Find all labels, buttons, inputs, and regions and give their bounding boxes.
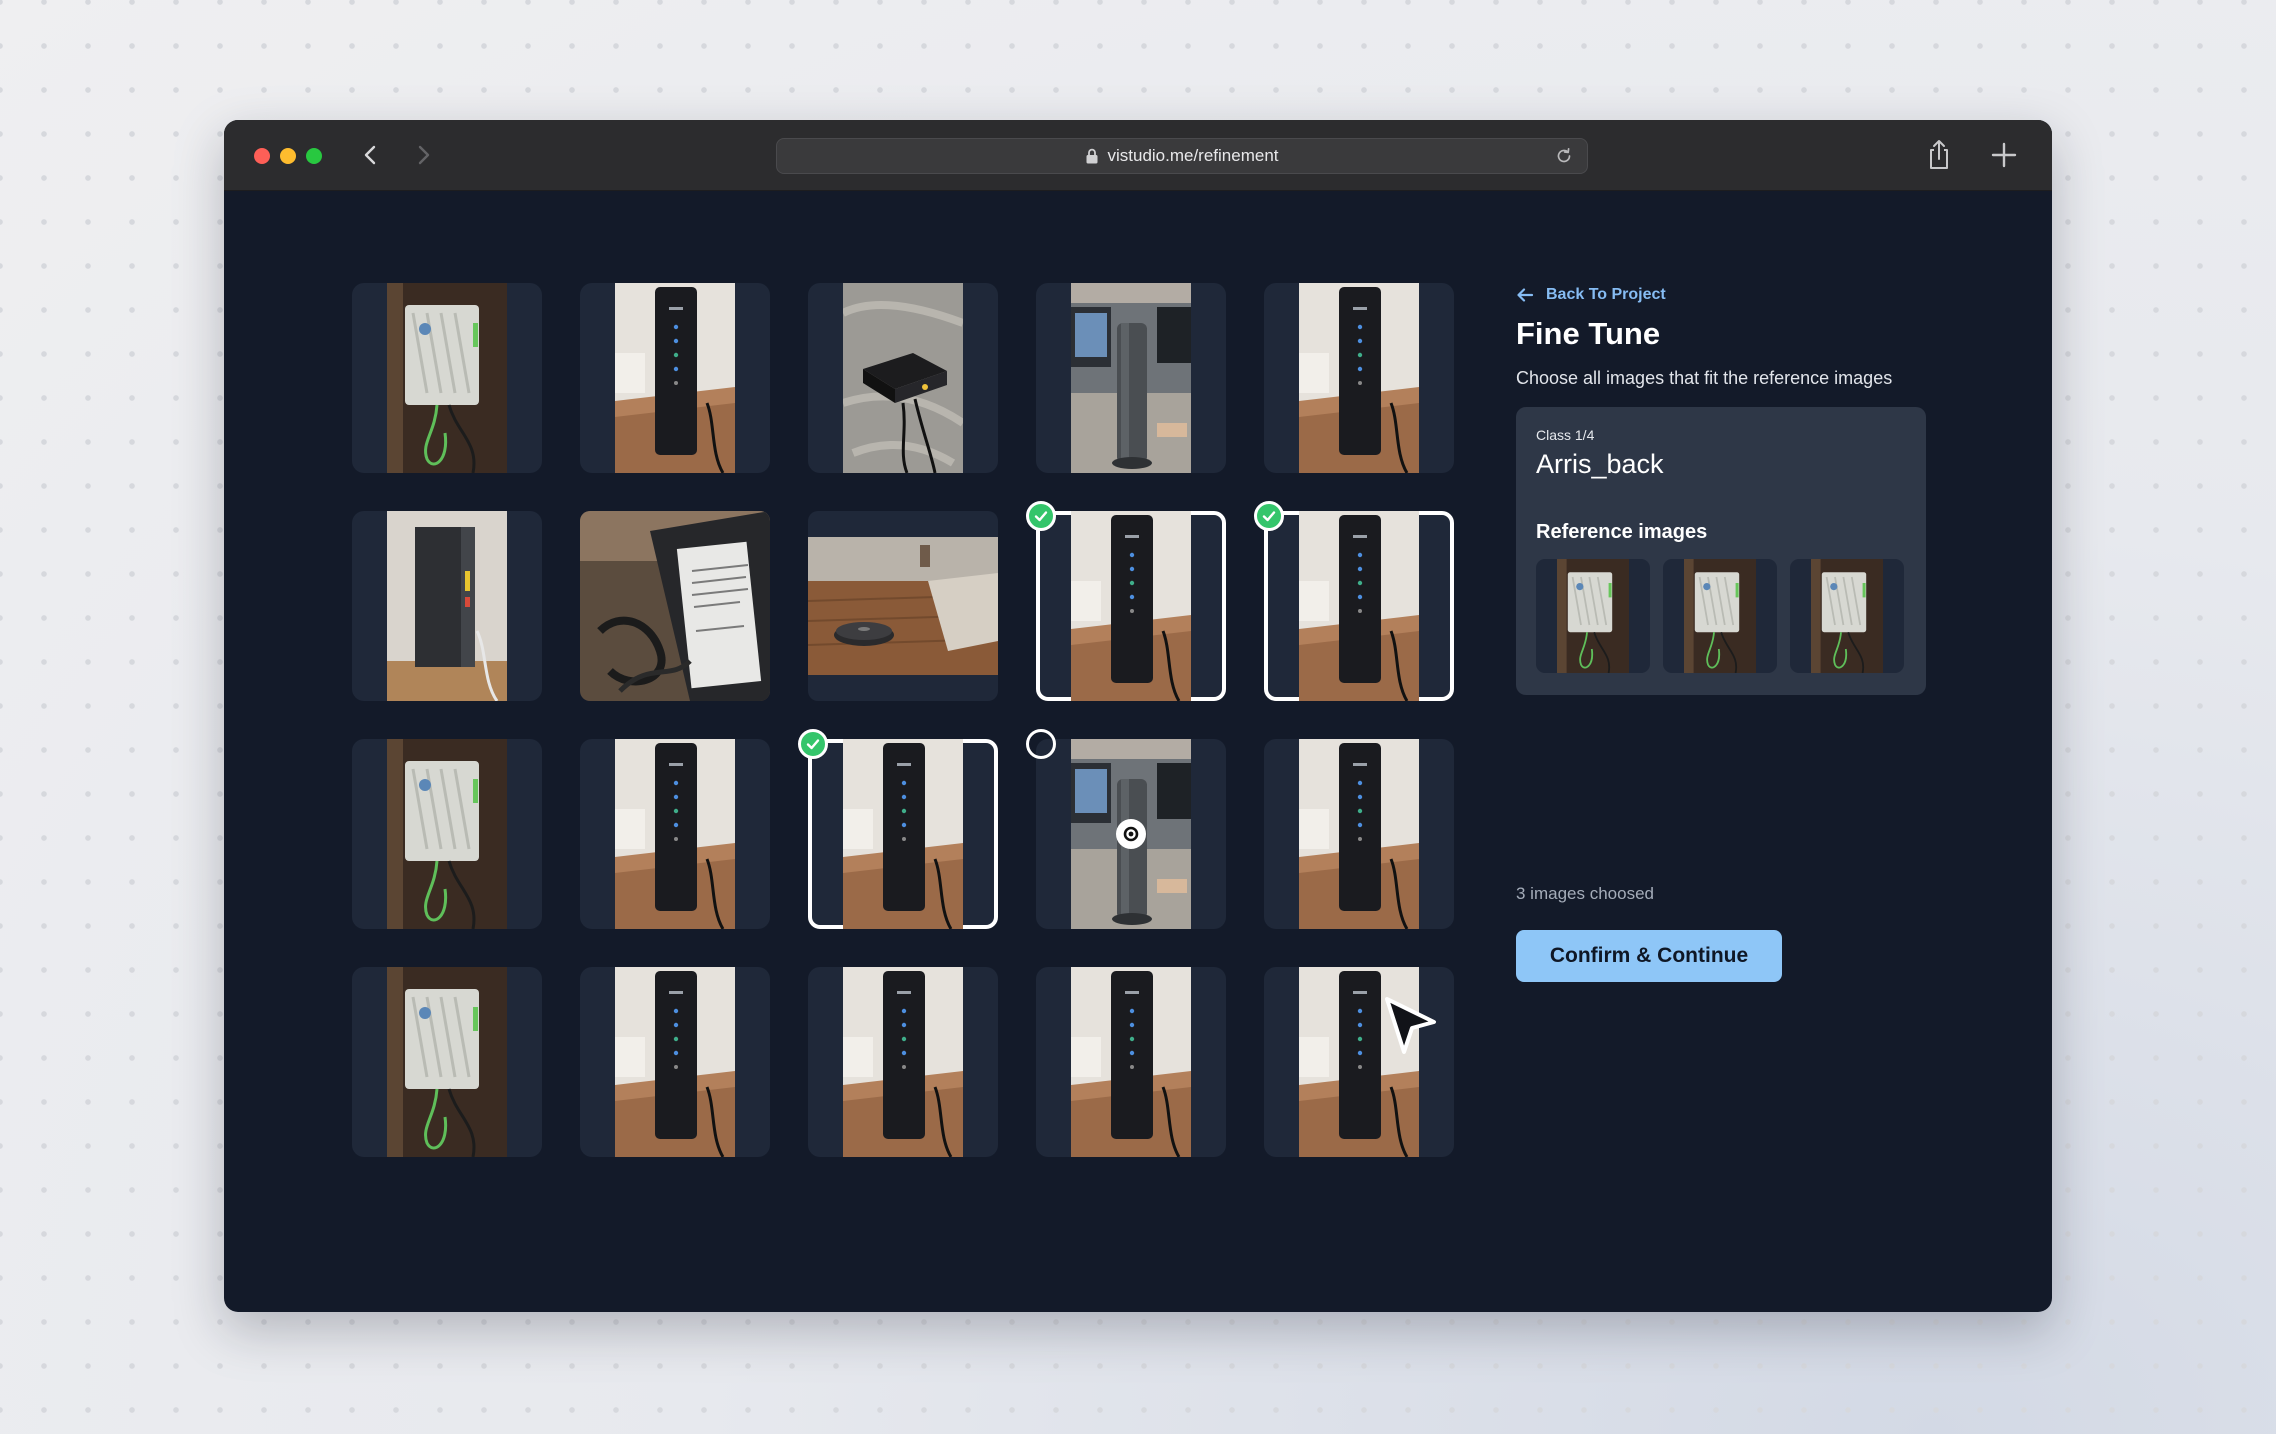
- share-icon[interactable]: [1924, 138, 1954, 172]
- image-tile[interactable]: [808, 283, 998, 473]
- minimize-window-button[interactable]: [280, 148, 296, 164]
- confirm-continue-button[interactable]: Confirm & Continue: [1516, 930, 1782, 982]
- tile-image: [615, 739, 735, 929]
- tile-image: [1071, 283, 1191, 473]
- reference-images-title: Reference images: [1536, 521, 1708, 543]
- back-icon[interactable]: [356, 140, 386, 170]
- mouse-cursor-icon: [1385, 997, 1436, 1054]
- tile-image: [1299, 739, 1419, 929]
- browser-toolbar: vistudio.me/refinement: [224, 120, 2052, 191]
- image-tile[interactable]: [1264, 283, 1454, 473]
- image-tile[interactable]: [1264, 739, 1454, 929]
- tile-image: [580, 511, 770, 701]
- image-tile[interactable]: [1036, 283, 1226, 473]
- tile-image: [1071, 967, 1191, 1157]
- back-to-project-label: Back To Project: [1546, 286, 1666, 303]
- image-tile[interactable]: [1254, 501, 1454, 701]
- image-tile[interactable]: [808, 967, 998, 1157]
- close-window-button[interactable]: [254, 148, 270, 164]
- unchecked-circle-icon[interactable]: [1026, 729, 1056, 759]
- page-title: Fine Tune: [1516, 316, 1661, 351]
- tile-image: [615, 283, 735, 473]
- tile-image: [1299, 283, 1419, 473]
- tile-image: [843, 739, 963, 929]
- image-tile[interactable]: [352, 739, 542, 929]
- tile-image: [387, 967, 507, 1157]
- reference-image[interactable]: [1663, 559, 1777, 673]
- lock-icon: [1085, 148, 1099, 164]
- tile-image: [1299, 511, 1419, 701]
- check-circle-icon[interactable]: [1254, 501, 1284, 531]
- check-circle-icon[interactable]: [798, 729, 828, 759]
- address-bar[interactable]: vistudio.me/refinement: [776, 138, 1588, 174]
- back-to-project-link[interactable]: Back To Project: [1516, 280, 1666, 310]
- tile-image: [387, 283, 507, 473]
- tile-image: [387, 739, 507, 929]
- tile-image: [387, 511, 507, 701]
- page-subtitle: Choose all images that fit the reference…: [1516, 368, 1893, 388]
- image-tile[interactable]: [580, 511, 770, 701]
- class-counter: Class 1/4: [1536, 427, 1595, 443]
- image-tile[interactable]: [580, 967, 770, 1157]
- reference-image[interactable]: [1790, 559, 1904, 673]
- check-circle-icon[interactable]: [1026, 501, 1056, 531]
- chosen-count-text: 3 images choosed: [1516, 884, 1654, 903]
- url-text: vistudio.me/refinement: [1107, 146, 1279, 165]
- image-tile[interactable]: [798, 729, 998, 929]
- class-card: Class 1/4 Arris_back Reference images: [1516, 407, 1926, 695]
- image-tile[interactable]: [580, 283, 770, 473]
- tile-image: [843, 967, 963, 1157]
- forward-icon[interactable]: [408, 140, 438, 170]
- arrow-left-icon: [1517, 288, 1534, 302]
- tile-image: [615, 967, 735, 1157]
- image-tile[interactable]: [352, 511, 542, 701]
- image-tile[interactable]: [1026, 729, 1226, 929]
- plus-icon[interactable]: [1989, 140, 2019, 170]
- eye-icon[interactable]: [1116, 819, 1146, 849]
- reference-image[interactable]: [1536, 559, 1650, 673]
- browser-window: vistudio.me/refinement Back To Project F…: [224, 120, 2052, 1312]
- class-name: Arris_back: [1536, 449, 1664, 479]
- image-tile[interactable]: [352, 283, 542, 473]
- reload-icon[interactable]: [1555, 147, 1573, 165]
- tile-image: [1071, 511, 1191, 701]
- image-tile[interactable]: [580, 739, 770, 929]
- tile-image: [808, 511, 998, 701]
- image-tile[interactable]: [1036, 967, 1226, 1157]
- tile-image: [843, 283, 963, 473]
- image-tile[interactable]: [352, 967, 542, 1157]
- zoom-window-button[interactable]: [306, 148, 322, 164]
- image-tile[interactable]: [1026, 501, 1226, 701]
- image-tile[interactable]: [808, 511, 998, 701]
